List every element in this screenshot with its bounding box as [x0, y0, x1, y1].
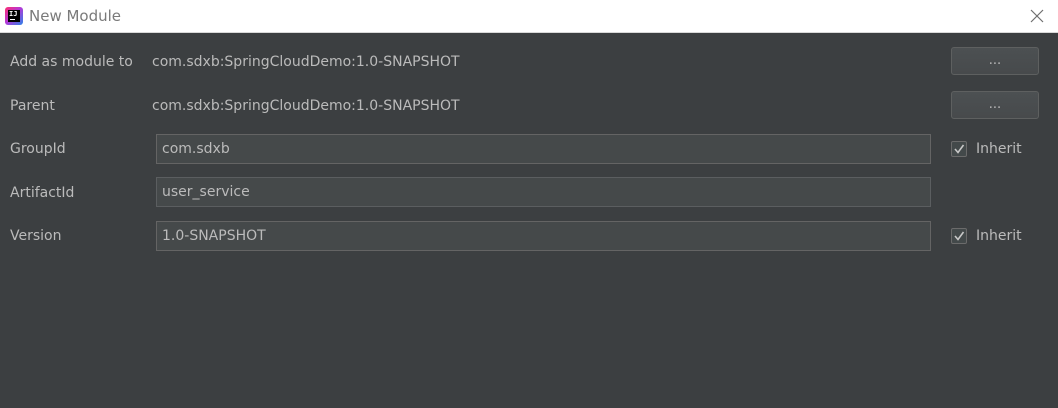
version-field[interactable]: 1.0-SNAPSHOT — [156, 221, 931, 251]
version-label: Version — [10, 228, 62, 244]
checkbox-checked-icon — [951, 228, 967, 244]
add-as-module-to-browse-button[interactable]: ... — [951, 47, 1039, 75]
parent-label: Parent — [10, 98, 55, 114]
checkbox-checked-icon — [951, 141, 967, 157]
add-as-module-to-value: com.sdxb:SpringCloudDemo:1.0-SNAPSHOT — [152, 54, 460, 70]
group-id-inherit-label: Inherit — [976, 141, 1022, 157]
parent-value: com.sdxb:SpringCloudDemo:1.0-SNAPSHOT — [152, 98, 460, 114]
title-bar: IJ New Module — [0, 0, 1058, 33]
close-icon[interactable] — [1028, 7, 1046, 25]
version-inherit-label: Inherit — [976, 228, 1022, 244]
artifact-id-field[interactable]: user_service — [156, 177, 931, 207]
dialog-content: Add as module to com.sdxb:SpringCloudDem… — [0, 33, 1058, 408]
parent-browse-button[interactable]: ... — [951, 91, 1039, 119]
group-id-label: GroupId — [10, 141, 66, 157]
add-as-module-to-label: Add as module to — [10, 54, 133, 70]
window-title: New Module — [29, 7, 122, 25]
intellij-idea-icon: IJ — [5, 7, 23, 25]
artifact-id-label: ArtifactId — [10, 185, 75, 201]
group-id-field[interactable]: com.sdxb — [156, 134, 931, 164]
